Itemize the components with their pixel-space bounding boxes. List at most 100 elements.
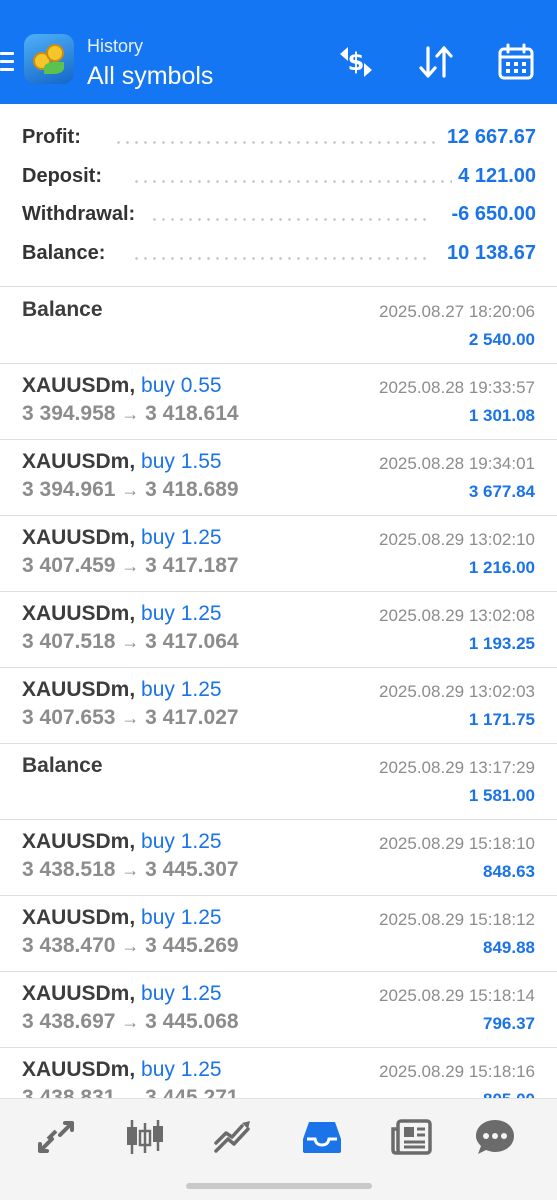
- entry-side: buy 1.25: [141, 678, 222, 701]
- summary-profit-row: Profit: 12 667.67: [22, 126, 536, 156]
- list-item[interactable]: XAUUSDm, buy 1.25 3 407.459 → 3 417.187 …: [0, 516, 557, 592]
- close-price: 3 445.307: [145, 858, 239, 881]
- summary-withdrawal-row: Withdrawal: -6 650.00: [22, 203, 536, 233]
- arrow-icon: →: [121, 708, 140, 728]
- menu-icon[interactable]: [0, 52, 14, 72]
- open-price: 3 407.459: [22, 554, 116, 577]
- leader-dots: [132, 257, 432, 260]
- entry-prices: 3 438.518 → 3 445.307: [22, 858, 239, 882]
- entry-prices: 3 394.961 → 3 418.689: [22, 478, 239, 502]
- entry-separator: ,: [129, 1058, 136, 1081]
- open-price: 3 438.697: [22, 1010, 116, 1033]
- entry-time: 2025.08.29 15:18:12: [379, 910, 535, 929]
- entry-header: XAUUSDm, buy 0.55: [22, 374, 222, 398]
- entry-symbol: XAUUSDm: [22, 374, 130, 397]
- currency-exchange-icon[interactable]: $: [336, 42, 376, 82]
- entry-side: buy 1.25: [141, 1058, 222, 1081]
- entry-separator: ,: [129, 678, 136, 701]
- arrow-icon: →: [121, 632, 140, 652]
- entry-time: 2025.08.28 19:34:01: [379, 454, 535, 473]
- entry-symbol: XAUUSDm: [22, 830, 130, 853]
- list-item[interactable]: XAUUSDm, buy 1.25 3 407.518 → 3 417.064 …: [0, 592, 557, 668]
- open-price: 3 438.470: [22, 934, 116, 957]
- chart-icon[interactable]: [123, 1117, 167, 1157]
- arrow-icon: →: [121, 404, 140, 424]
- open-price: 3 407.518: [22, 630, 116, 653]
- entry-prices: 3 438.470 → 3 445.269: [22, 934, 239, 958]
- entry-separator: ,: [129, 602, 136, 625]
- news-icon[interactable]: [390, 1117, 434, 1157]
- close-price: 3 418.614: [145, 402, 239, 425]
- list-item[interactable]: XAUUSDm, buy 1.25 3 438.518 → 3 445.307 …: [0, 820, 557, 896]
- entry-separator: ,: [129, 982, 136, 1005]
- balance-label: Balance:: [22, 242, 106, 264]
- entry-time: 2025.08.29 15:18:14: [379, 986, 535, 1005]
- deposit-label: Deposit:: [22, 165, 102, 187]
- summary-deposit-row: Deposit: 4 121.00: [22, 165, 536, 195]
- list-item[interactable]: XAUUSDm, buy 1.55 3 394.961 → 3 418.689 …: [0, 440, 557, 516]
- entry-header: XAUUSDm, buy 1.25: [22, 602, 222, 626]
- entry-prices: 3 407.459 → 3 417.187: [22, 554, 239, 578]
- entry-separator: ,: [129, 374, 136, 397]
- entry-header: XAUUSDm, buy 1.25: [22, 678, 222, 702]
- entry-time: 2025.08.28 19:33:57: [379, 378, 535, 397]
- list-item[interactable]: XAUUSDm, buy 0.55 3 394.958 → 3 418.614 …: [0, 364, 557, 440]
- arrow-icon: →: [121, 936, 140, 956]
- leader-dots: [132, 180, 452, 183]
- profit-label: Profit:: [22, 126, 81, 148]
- withdrawal-value: -6 650.00: [451, 203, 536, 225]
- entry-symbol: XAUUSDm: [22, 678, 130, 701]
- symbol-filter[interactable]: All symbols: [87, 62, 213, 91]
- close-price: 3 417.027: [145, 706, 239, 729]
- quotes-icon[interactable]: [34, 1117, 78, 1157]
- history-icon[interactable]: [300, 1117, 344, 1157]
- calendar-icon[interactable]: [496, 42, 536, 82]
- close-price: 3 418.689: [145, 478, 239, 501]
- list-item[interactable]: Balance 2025.08.27 18:20:06 2 540.00: [0, 288, 557, 364]
- entry-header: XAUUSDm, buy 1.25: [22, 830, 222, 854]
- arrow-icon: →: [121, 556, 140, 576]
- entry-symbol: XAUUSDm: [22, 450, 130, 473]
- leader-dots: [150, 218, 432, 221]
- history-summary: Profit: 12 667.67 Deposit: 4 121.00 With…: [0, 104, 557, 287]
- close-price: 3 445.269: [145, 934, 239, 957]
- app-logo: [24, 34, 74, 84]
- entry-side: buy 0.55: [141, 374, 222, 397]
- entry-symbol: XAUUSDm: [22, 526, 130, 549]
- entry-prices: 3 407.518 → 3 417.064: [22, 630, 239, 654]
- list-item[interactable]: Balance 2025.08.29 13:17:29 1 581.00: [0, 744, 557, 820]
- entry-amount: 796.37: [483, 1014, 535, 1033]
- entry-side: buy 1.25: [141, 526, 222, 549]
- entry-side: buy 1.25: [141, 602, 222, 625]
- list-item[interactable]: XAUUSDm, buy 1.25 3 438.697 → 3 445.068 …: [0, 972, 557, 1048]
- entry-side: buy 1.25: [141, 906, 222, 929]
- entry-separator: ,: [129, 526, 136, 549]
- trade-icon[interactable]: [212, 1117, 256, 1157]
- entry-time: 2025.08.29 13:17:29: [379, 758, 535, 777]
- list-item[interactable]: XAUUSDm, buy 1.25 3 407.653 → 3 417.027 …: [0, 668, 557, 744]
- entry-time: 2025.08.27 18:20:06: [379, 302, 535, 321]
- entry-separator: ,: [129, 906, 136, 929]
- entry-separator: ,: [129, 450, 136, 473]
- entry-prices: 3 394.958 → 3 418.614: [22, 402, 239, 426]
- entry-time: 2025.08.29 13:02:10: [379, 530, 535, 549]
- arrow-icon: →: [121, 480, 140, 500]
- chat-icon[interactable]: [473, 1117, 517, 1157]
- entry-header: XAUUSDm, buy 1.25: [22, 1058, 222, 1082]
- entry-prices: 3 438.697 → 3 445.068: [22, 1010, 239, 1034]
- leader-dots: [114, 141, 436, 144]
- sort-icon[interactable]: [416, 42, 456, 82]
- entry-prices: 3 407.653 → 3 417.027: [22, 706, 239, 730]
- entry-amount: 848.63: [483, 862, 535, 881]
- open-price: 3 438.518: [22, 858, 116, 881]
- deposit-value: 4 121.00: [458, 165, 536, 187]
- entry-header: XAUUSDm, buy 1.55: [22, 450, 222, 474]
- entry-title: Balance: [22, 754, 103, 777]
- profit-value: 12 667.67: [447, 126, 536, 148]
- home-indicator[interactable]: [186, 1183, 372, 1189]
- entry-amount: 1 301.08: [468, 406, 535, 425]
- entry-separator: ,: [129, 830, 136, 853]
- entry-symbol: XAUUSDm: [22, 982, 130, 1005]
- balance-value: 10 138.67: [447, 242, 536, 264]
- list-item[interactable]: XAUUSDm, buy 1.25 3 438.470 → 3 445.269 …: [0, 896, 557, 972]
